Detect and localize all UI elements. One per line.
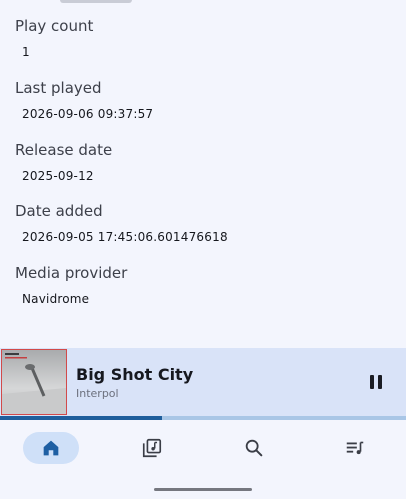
search-icon xyxy=(245,439,263,457)
nav-search[interactable] xyxy=(226,432,282,464)
detail-value: 2026-09-05 17:45:06.601476618 xyxy=(22,230,228,244)
track-title[interactable]: Big Shot City xyxy=(76,365,193,384)
detail-label: Play count xyxy=(15,17,94,35)
detail-value: 2026-09-06 09:37:57 xyxy=(22,107,154,121)
pause-button[interactable] xyxy=(362,369,390,395)
track-artist[interactable]: Interpol xyxy=(76,387,119,400)
detail-label: Last played xyxy=(15,79,102,97)
detail-label: Date added xyxy=(15,202,103,220)
album-cover[interactable] xyxy=(1,349,67,415)
sheet-top-handle xyxy=(60,0,132,3)
mini-player[interactable]: Big Shot City Interpol xyxy=(0,348,406,417)
pause-icon xyxy=(370,375,382,389)
album-art-image xyxy=(2,350,66,414)
detail-label: Media provider xyxy=(15,264,128,282)
detail-value: 1 xyxy=(22,45,30,59)
home-icon xyxy=(43,440,59,456)
detail-value: 2025-09-12 xyxy=(22,169,94,183)
queue-icon xyxy=(346,441,364,455)
detail-label: Release date xyxy=(15,141,113,159)
nav-library[interactable] xyxy=(124,432,180,464)
detail-value: Navidrome xyxy=(22,292,90,306)
gesture-navigation-bar[interactable] xyxy=(154,488,252,491)
nav-queue[interactable] xyxy=(327,432,383,464)
nav-home[interactable] xyxy=(23,432,79,464)
library-icon xyxy=(142,438,162,458)
